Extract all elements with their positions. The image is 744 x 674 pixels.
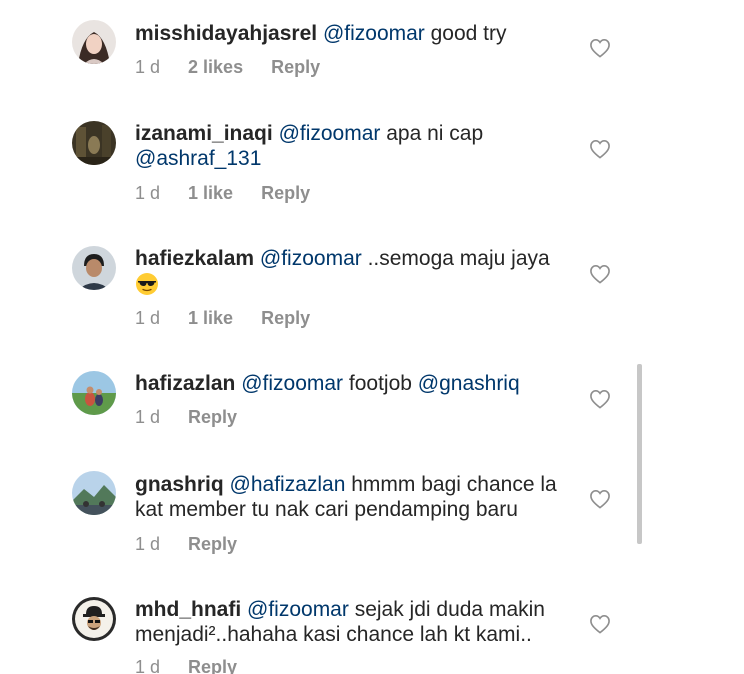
sunglasses-emoji-icon bbox=[135, 272, 159, 296]
reply-button[interactable]: Reply bbox=[188, 407, 237, 428]
comment-meta: 1 d 2 likes Reply bbox=[135, 57, 320, 78]
comment-likes-count[interactable]: 2 likes bbox=[188, 57, 243, 78]
comment-timestamp: 1 d bbox=[135, 57, 161, 77]
comment-timestamp: 1 d bbox=[135, 308, 161, 328]
mention-link[interactable]: @fizoomar bbox=[279, 122, 381, 145]
comment-username[interactable]: hafizazlan bbox=[135, 372, 235, 395]
avatar[interactable] bbox=[72, 471, 116, 515]
mention-link[interactable]: @fizoomar bbox=[247, 598, 349, 621]
reply-button[interactable]: Reply bbox=[188, 657, 237, 674]
comment-text: mhd_hnafi @fizoomar sejak jdi duda makin… bbox=[135, 597, 575, 647]
comment-text: misshidayahjasrel @fizoomar good try bbox=[135, 21, 575, 46]
comment-text: izanami_inaqi @fizoomar apa ni cap @ashr… bbox=[135, 121, 575, 171]
comment-likes-count[interactable]: 1 like bbox=[188, 183, 233, 204]
reply-button[interactable]: Reply bbox=[271, 57, 320, 78]
comment-meta: 1 d 1 like Reply bbox=[135, 308, 310, 329]
comment-text-segment: ..semoga maju jaya bbox=[361, 247, 556, 270]
mention-link[interactable]: @fizoomar bbox=[323, 22, 425, 45]
heart-outline-icon[interactable] bbox=[589, 264, 611, 284]
mention-link[interactable]: @hafizazlan bbox=[230, 473, 346, 496]
comment-text: hafiezkalam @fizoomar ..semoga maju jaya bbox=[135, 246, 575, 296]
comments-panel: misshidayahjasrel @fizoomar good try 1 d… bbox=[0, 0, 744, 674]
mention-link[interactable]: @fizoomar bbox=[260, 247, 362, 270]
comment-meta: 1 d 1 like Reply bbox=[135, 183, 310, 204]
comment-timestamp: 1 d bbox=[135, 657, 161, 674]
comment-text-segment: footjob bbox=[343, 372, 418, 395]
heart-outline-icon[interactable] bbox=[589, 139, 611, 159]
reply-button[interactable]: Reply bbox=[261, 183, 310, 204]
avatar[interactable] bbox=[72, 20, 116, 64]
reply-button[interactable]: Reply bbox=[261, 308, 310, 329]
avatar[interactable] bbox=[72, 246, 116, 290]
comment-meta: 1 d Reply bbox=[135, 534, 237, 555]
heart-outline-icon[interactable] bbox=[589, 614, 611, 634]
comment-text: gnashriq @hafizazlan hmmm bagi chance la… bbox=[135, 472, 575, 522]
comment-username[interactable]: gnashriq bbox=[135, 473, 224, 496]
reply-button[interactable]: Reply bbox=[188, 534, 237, 555]
comment-username[interactable]: hafiezkalam bbox=[135, 247, 254, 270]
avatar[interactable] bbox=[72, 121, 116, 165]
heart-outline-icon[interactable] bbox=[589, 489, 611, 509]
comment-timestamp: 1 d bbox=[135, 407, 161, 427]
avatar[interactable] bbox=[72, 371, 116, 415]
comment-text-segment: good try bbox=[424, 22, 507, 45]
comment-likes-count[interactable]: 1 like bbox=[188, 308, 233, 329]
comment-username[interactable]: izanami_inaqi bbox=[135, 122, 273, 145]
heart-outline-icon[interactable] bbox=[589, 389, 611, 409]
comment-username[interactable]: mhd_hnafi bbox=[135, 598, 241, 621]
comment-text-segment: apa ni cap bbox=[380, 122, 489, 145]
avatar[interactable] bbox=[72, 597, 116, 641]
comment-timestamp: 1 d bbox=[135, 534, 161, 554]
heart-outline-icon[interactable] bbox=[589, 38, 611, 58]
scrollbar[interactable] bbox=[637, 364, 642, 544]
mention-link[interactable]: @gnashriq bbox=[418, 372, 520, 395]
comment-text: hafizazlan @fizoomar footjob @gnashriq bbox=[135, 371, 575, 396]
comment-timestamp: 1 d bbox=[135, 183, 161, 203]
comment-username[interactable]: misshidayahjasrel bbox=[135, 22, 317, 45]
comment-meta: 1 d Reply bbox=[135, 407, 237, 428]
mention-link[interactable]: @fizoomar bbox=[241, 372, 343, 395]
comment-meta: 1 d Reply bbox=[135, 657, 237, 674]
mention-link[interactable]: @ashraf_131 bbox=[135, 147, 261, 170]
